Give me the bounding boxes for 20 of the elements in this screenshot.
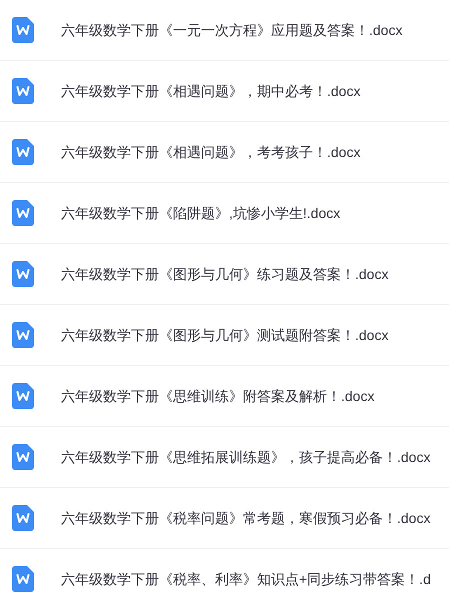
document-icon [12, 200, 34, 226]
file-name[interactable]: 六年级数学下册《思维训练》附答案及解析！.docx [61, 386, 374, 406]
file-name[interactable]: 六年级数学下册《图形与几何》练习题及答案！.docx [61, 264, 388, 284]
document-icon [12, 17, 34, 43]
file-name[interactable]: 六年级数学下册《思维拓展训练题》，孩子提高必备！.docx [61, 446, 430, 468]
document-icon [12, 139, 34, 165]
file-name[interactable]: 六年级数学下册《税率、利率》知识点+同步练习带答案！.d [61, 568, 431, 590]
file-name[interactable]: 六年级数学下册《税率问题》常考题，寒假预习必备！.docx [61, 508, 430, 528]
document-icon [12, 261, 34, 287]
file-name[interactable]: 六年级数学下册《陷阱题》,坑惨小学生!.docx [61, 202, 340, 224]
file-name[interactable]: 六年级数学下册《相遇问题》，期中必考！.docx [61, 80, 360, 102]
document-icon [12, 322, 34, 348]
file-name[interactable]: 六年级数学下册《一元一次方程》应用题及答案！.docx [61, 20, 402, 40]
document-icon [12, 444, 34, 470]
document-icon [12, 383, 34, 409]
document-icon [12, 78, 34, 104]
document-icon [12, 505, 34, 531]
document-icon [12, 566, 34, 592]
file-name[interactable]: 六年级数学下册《相遇问题》，考考孩子！.docx [61, 142, 360, 162]
file-name[interactable]: 六年级数学下册《图形与几何》测试题附答案！.docx [61, 324, 388, 346]
